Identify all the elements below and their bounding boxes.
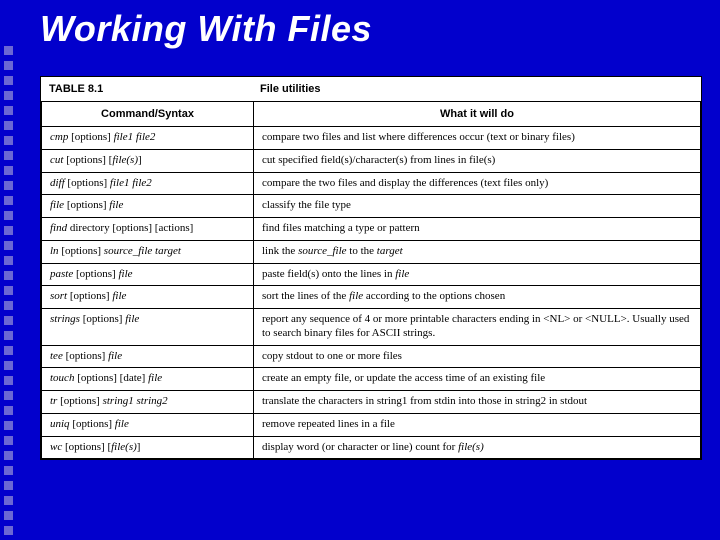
- description-cell: cut specified field(s)/character(s) from…: [254, 149, 701, 172]
- description-cell: find files matching a type or pattern: [254, 218, 701, 241]
- description-cell: create an empty file, or update the acce…: [254, 368, 701, 391]
- command-cell: cmp [options] file1 file2: [42, 127, 254, 150]
- description-cell: sort the lines of the file according to …: [254, 286, 701, 309]
- command-cell: uniq [options] file: [42, 413, 254, 436]
- table-row: touch [options] [date] filecreate an emp…: [42, 368, 701, 391]
- command-cell: file [options] file: [42, 195, 254, 218]
- command-cell: sort [options] file: [42, 286, 254, 309]
- description-cell: translate the characters in string1 from…: [254, 391, 701, 414]
- command-cell: strings [options] file: [42, 309, 254, 346]
- table-body: cmp [options] file1 file2compare two fil…: [42, 127, 701, 459]
- table-row: cut [options] [file(s)]cut specified fie…: [42, 149, 701, 172]
- command-cell: tr [options] string1 string2: [42, 391, 254, 414]
- description-cell: report any sequence of 4 or more printab…: [254, 309, 701, 346]
- col-header-description: What it will do: [254, 102, 701, 127]
- table-caption: TABLE 8.1 File utilities: [41, 77, 701, 102]
- description-cell: display word (or character or line) coun…: [254, 436, 701, 459]
- table-row: tee [options] filecopy stdout to one or …: [42, 345, 701, 368]
- table-row: paste [options] filepaste field(s) onto …: [42, 263, 701, 286]
- table-label: TABLE 8.1: [41, 77, 252, 101]
- command-cell: paste [options] file: [42, 263, 254, 286]
- table-row: diff [options] file1 file2compare the tw…: [42, 172, 701, 195]
- description-cell: copy stdout to one or more files: [254, 345, 701, 368]
- command-cell: ln [options] source_file target: [42, 240, 254, 263]
- table-caption-title: File utilities: [252, 77, 329, 101]
- command-cell: find directory [options] [actions]: [42, 218, 254, 241]
- slide-title: Working With Files: [40, 8, 372, 50]
- col-header-command: Command/Syntax: [42, 102, 254, 127]
- table-row: cmp [options] file1 file2compare two fil…: [42, 127, 701, 150]
- table-row: strings [options] filereport any sequenc…: [42, 309, 701, 346]
- description-cell: compare two files and list where differe…: [254, 127, 701, 150]
- decorative-bullet-column: [4, 0, 20, 540]
- command-cell: tee [options] file: [42, 345, 254, 368]
- table-row: sort [options] filesort the lines of the…: [42, 286, 701, 309]
- command-cell: touch [options] [date] file: [42, 368, 254, 391]
- description-cell: compare the two files and display the di…: [254, 172, 701, 195]
- table-row: ln [options] source_file targetlink the …: [42, 240, 701, 263]
- description-cell: link the source_file to the target: [254, 240, 701, 263]
- table-row: find directory [options] [actions]find f…: [42, 218, 701, 241]
- description-cell: remove repeated lines in a file: [254, 413, 701, 436]
- command-cell: wc [options] [file(s)]: [42, 436, 254, 459]
- table-row: uniq [options] fileremove repeated lines…: [42, 413, 701, 436]
- table-row: tr [options] string1 string2translate th…: [42, 391, 701, 414]
- file-utilities-table: Command/Syntax What it will do cmp [opti…: [41, 102, 701, 459]
- table-header-row: Command/Syntax What it will do: [42, 102, 701, 127]
- table-row: wc [options] [file(s)]display word (or c…: [42, 436, 701, 459]
- description-cell: paste field(s) onto the lines in file: [254, 263, 701, 286]
- description-cell: classify the file type: [254, 195, 701, 218]
- command-cell: diff [options] file1 file2: [42, 172, 254, 195]
- table-row: file [options] fileclassify the file typ…: [42, 195, 701, 218]
- command-cell: cut [options] [file(s)]: [42, 149, 254, 172]
- slide: Working With Files TABLE 8.1 File utilit…: [0, 0, 720, 540]
- table-container: TABLE 8.1 File utilities Command/Syntax …: [40, 76, 702, 460]
